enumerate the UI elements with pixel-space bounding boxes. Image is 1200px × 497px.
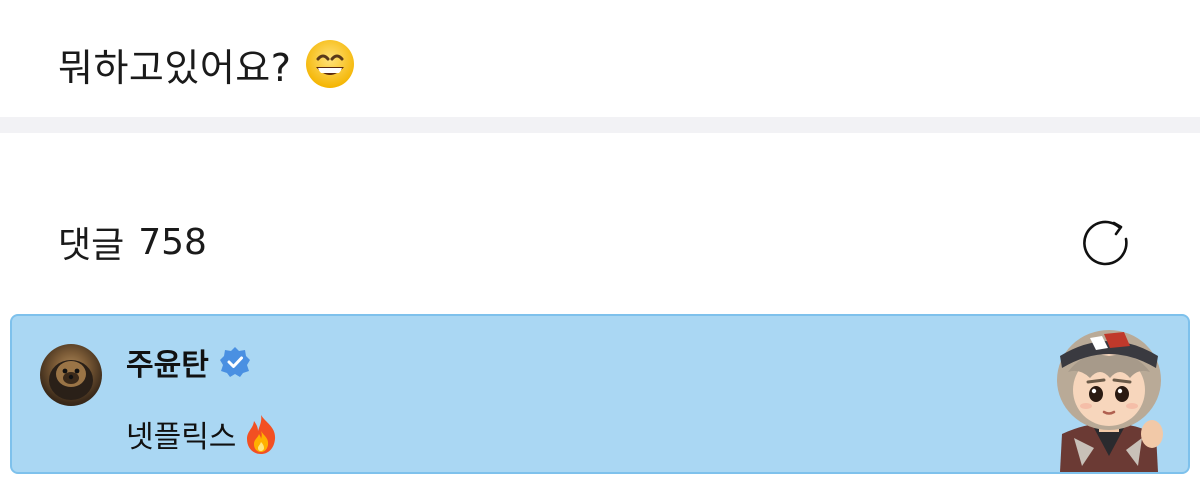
- post-text: 뭐하고있어요?: [58, 45, 292, 90]
- comments-title: 댓글: [58, 225, 125, 266]
- character-sticker: [1034, 316, 1184, 472]
- refresh-button[interactable]: [1078, 214, 1136, 272]
- grinning-face-emoji-icon: [305, 39, 355, 89]
- comments-header: 댓글 758: [58, 214, 207, 270]
- fire-emoji-icon: [242, 413, 280, 455]
- post-text-row: 뭐하고있어요?: [58, 34, 355, 94]
- comment-author-row: 주윤탄: [126, 340, 251, 384]
- comment-author-name[interactable]: 주윤탄: [126, 340, 209, 384]
- highlighted-comment-card[interactable]: 주윤탄 넷플릭스: [10, 314, 1190, 474]
- avatar[interactable]: [40, 344, 102, 406]
- verified-badge-icon: [219, 346, 251, 378]
- comment-body: 넷플릭스: [126, 413, 280, 455]
- section-divider: [0, 117, 1200, 133]
- refresh-icon: [1083, 220, 1128, 266]
- comment-text: 넷플릭스: [126, 420, 237, 455]
- comments-count: 758: [138, 221, 207, 263]
